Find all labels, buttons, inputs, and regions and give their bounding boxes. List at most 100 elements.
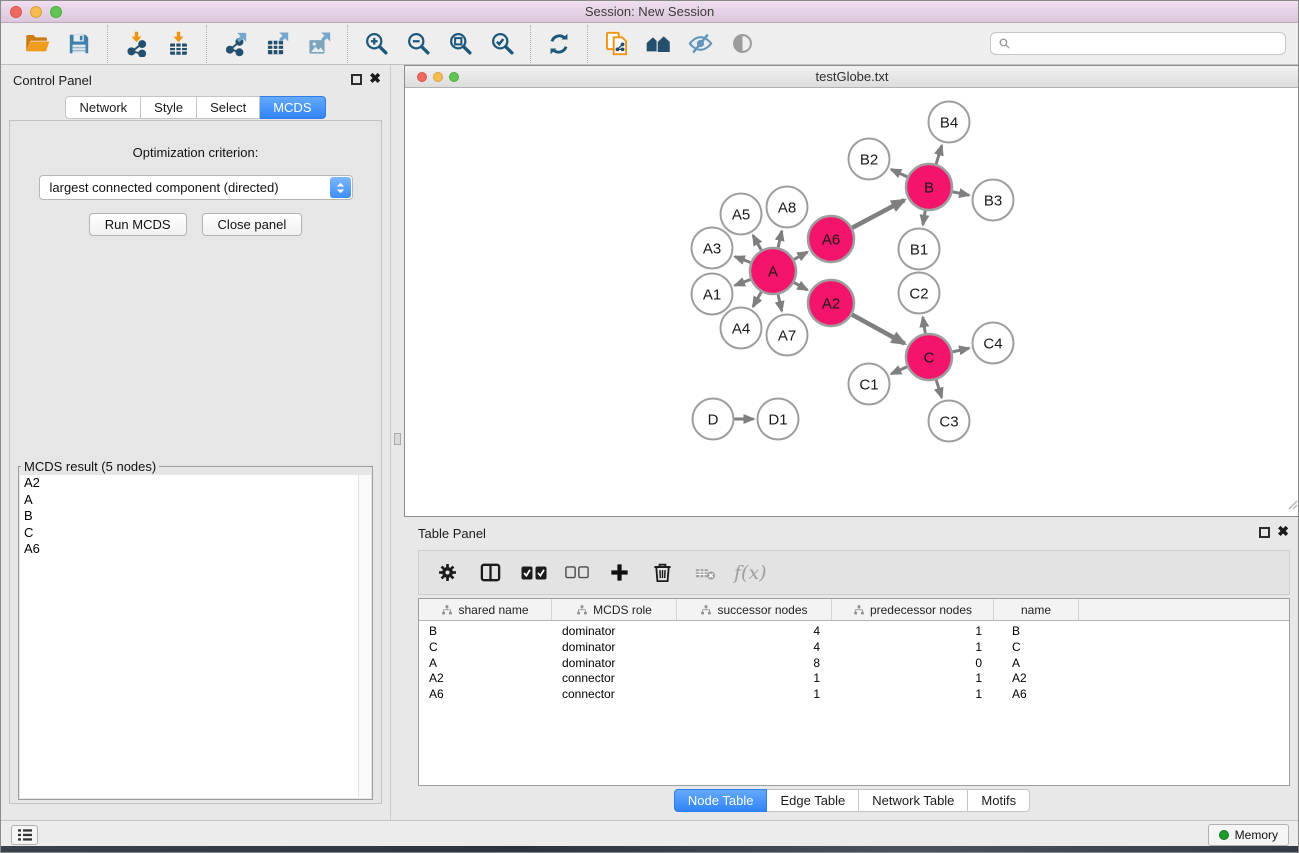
network-close-button[interactable] <box>417 72 427 82</box>
column-header-shared-name[interactable]: shared name <box>419 599 552 620</box>
deselect-all-icon[interactable] <box>558 556 595 590</box>
task-history-button[interactable] <box>11 825 38 845</box>
edge-A2-C[interactable] <box>852 315 905 344</box>
home-icon[interactable] <box>643 29 673 59</box>
node-A4[interactable]: A4 <box>721 308 762 349</box>
zoom-in-icon[interactable] <box>361 29 391 59</box>
float-panel-icon[interactable] <box>351 74 362 85</box>
tab-edge-table[interactable]: Edge Table <box>767 789 859 812</box>
result-item[interactable]: C <box>20 525 371 542</box>
node-B[interactable]: B <box>906 164 952 210</box>
node-A8[interactable]: A8 <box>767 187 808 228</box>
node-D1[interactable]: D1 <box>758 399 799 440</box>
close-panel-icon[interactable]: ✖ <box>369 70 381 87</box>
edge-C-C2[interactable] <box>923 317 926 333</box>
node-C[interactable]: C <box>906 334 952 380</box>
edge-B-B2[interactable] <box>891 169 907 177</box>
node-B4[interactable]: B4 <box>929 102 970 143</box>
column-view-icon[interactable] <box>472 556 509 590</box>
tab-select[interactable]: Select <box>197 96 260 119</box>
eye-slash-icon[interactable] <box>685 29 715 59</box>
network-zoom-button[interactable] <box>449 72 459 82</box>
node-A3[interactable]: A3 <box>692 228 733 269</box>
node-D[interactable]: D <box>693 399 734 440</box>
result-item[interactable]: A6 <box>20 541 371 558</box>
column-header-successor-nodes[interactable]: successor nodes <box>677 599 832 620</box>
import-table-icon[interactable] <box>163 29 193 59</box>
edge-A-A2[interactable] <box>794 283 807 290</box>
tab-mcds[interactable]: MCDS <box>260 96 325 119</box>
export-network-icon[interactable] <box>220 29 250 59</box>
result-item[interactable]: B <box>20 508 371 525</box>
edge-A6-B[interactable] <box>852 200 904 228</box>
edge-A-A5[interactable] <box>753 235 761 250</box>
add-icon[interactable] <box>601 556 638 590</box>
node-C1[interactable]: C1 <box>849 364 890 405</box>
export-image-icon[interactable] <box>304 29 334 59</box>
node-B1[interactable]: B1 <box>899 229 940 270</box>
zoom-fit-icon[interactable] <box>445 29 475 59</box>
result-item[interactable]: A2 <box>20 475 371 492</box>
node-C2[interactable]: C2 <box>899 273 940 314</box>
edge-A-A6[interactable] <box>794 252 807 259</box>
zoom-selected-icon[interactable] <box>487 29 517 59</box>
delete-icon[interactable] <box>644 556 681 590</box>
edge-A-A4[interactable] <box>753 292 761 307</box>
node-B3[interactable]: B3 <box>973 180 1014 221</box>
table-row-B[interactable]: Bdominator41B <box>419 624 1289 640</box>
tab-network[interactable]: Network <box>65 96 141 119</box>
duplicate-network-icon[interactable] <box>601 29 631 59</box>
edge-A-A1[interactable] <box>735 280 751 286</box>
edge-A-A3[interactable] <box>735 257 751 263</box>
column-header-predecessor-nodes[interactable]: predecessor nodes <box>832 599 994 620</box>
result-list-scrollbar[interactable] <box>358 475 371 798</box>
column-header-MCDS-role[interactable]: MCDS role <box>552 599 677 620</box>
edge-A-A7[interactable] <box>778 294 782 311</box>
run-mcds-button[interactable]: Run MCDS <box>89 213 187 236</box>
close-panel-button[interactable]: Close panel <box>202 213 303 236</box>
edge-C-C4[interactable] <box>952 348 969 352</box>
mcds-result-list[interactable]: A2ABCA6 <box>20 475 371 798</box>
refresh-icon[interactable] <box>544 29 574 59</box>
import-network-icon[interactable] <box>121 29 151 59</box>
node-A1[interactable]: A1 <box>692 274 733 315</box>
table-row-A[interactable]: Adominator80A <box>419 656 1289 672</box>
tab-network-table[interactable]: Network Table <box>859 789 968 812</box>
search-input[interactable] <box>990 32 1286 55</box>
edge-A-A8[interactable] <box>778 231 782 248</box>
edge-B-B1[interactable] <box>923 211 925 225</box>
node-C3[interactable]: C3 <box>929 401 970 442</box>
select-all-icon[interactable] <box>515 556 552 590</box>
zoom-window-button[interactable] <box>50 6 62 18</box>
open-file-icon[interactable] <box>22 29 52 59</box>
minimize-window-button[interactable] <box>30 6 42 18</box>
edge-C-C1[interactable] <box>891 367 907 374</box>
node-A6[interactable]: A6 <box>808 216 854 262</box>
vertical-splitter-handle[interactable] <box>394 433 401 445</box>
zoom-out-icon[interactable] <box>403 29 433 59</box>
window-resize-grip[interactable] <box>1286 497 1298 515</box>
optimization-criterion-select[interactable]: largest connected component (directed) <box>39 175 353 200</box>
node-A7[interactable]: A7 <box>767 315 808 356</box>
tab-style[interactable]: Style <box>141 96 197 119</box>
node-C4[interactable]: C4 <box>973 323 1014 364</box>
network-window-titlebar[interactable]: testGlobe.txt <box>405 66 1299 88</box>
node-B2[interactable]: B2 <box>849 139 890 180</box>
edge-B-B4[interactable] <box>936 145 942 164</box>
table-close-panel-icon[interactable]: ✖ <box>1277 523 1289 540</box>
save-icon[interactable] <box>64 29 94 59</box>
network-graph-canvas[interactable]: B4B2BB3A5A8A6B1A3AA1C2A2A4A7C4CC1DD1C3 <box>405 88 1299 516</box>
memory-button[interactable]: Memory <box>1208 824 1289 846</box>
result-item[interactable]: A <box>20 492 371 509</box>
edge-B-B3[interactable] <box>953 192 970 195</box>
tab-motifs[interactable]: Motifs <box>968 789 1030 812</box>
tab-node-table[interactable]: Node Table <box>674 789 768 812</box>
column-header-name[interactable]: name <box>994 599 1079 620</box>
node-A2[interactable]: A2 <box>808 280 854 326</box>
table-row-A6[interactable]: A6connector11A6 <box>419 687 1289 703</box>
network-minimize-button[interactable] <box>433 72 443 82</box>
settings-icon[interactable] <box>429 556 466 590</box>
close-window-button[interactable] <box>10 6 22 18</box>
node-A[interactable]: A <box>750 248 796 294</box>
export-table-icon[interactable] <box>262 29 292 59</box>
